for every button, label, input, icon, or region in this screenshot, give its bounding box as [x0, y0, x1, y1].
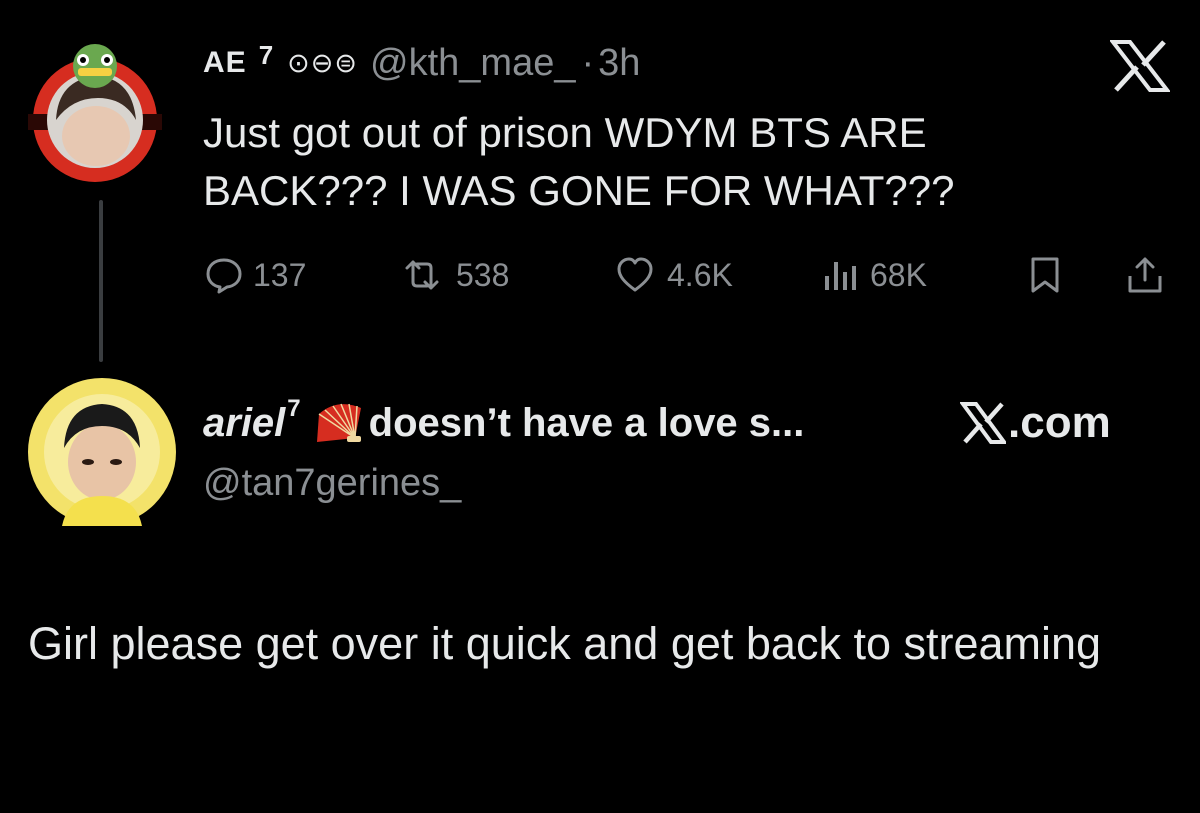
views-icon [825, 262, 856, 290]
reply-button[interactable]: 137 [205, 252, 306, 298]
reply-author-name[interactable]: ariel [203, 401, 285, 446]
author-handle[interactable]: @kth_mae_ [370, 42, 575, 85]
reply-author-superscript: 7 [287, 395, 301, 422]
author-name-suffix: 7 [258, 39, 274, 70]
author-name[interactable]: AE [203, 46, 247, 80]
reply-author-row: ariel 7 doesn’t have a love s... [203, 395, 804, 451]
like-count: 4.6K [667, 256, 733, 293]
x-logo-icon[interactable] [1108, 40, 1172, 92]
share-icon [1128, 257, 1162, 293]
reply-icon [206, 258, 242, 294]
views-button[interactable]: 68K [822, 252, 927, 298]
repost-button[interactable]: 538 [398, 252, 509, 298]
thread-connector [99, 200, 103, 362]
fan-emoji-icon [316, 403, 361, 442]
x-com-label: .com [1008, 398, 1111, 447]
repost-count: 538 [456, 256, 510, 293]
views-count: 68K [870, 256, 927, 293]
like-button[interactable]: 4.6K [613, 252, 733, 298]
author-name-symbols: ⊙⊖⊜ [287, 47, 359, 78]
share-button[interactable] [1126, 252, 1164, 298]
repost-icon [405, 260, 439, 290]
reply-text: Girl please get over it quick and get ba… [28, 618, 1102, 669]
tweet-header: AE 7 ⊙⊖⊜ @kth_mae_ · 3h [203, 40, 640, 86]
separator-dot: · [581, 41, 595, 84]
reply-author-handle[interactable]: @tan7gerines_ [203, 462, 461, 505]
bookmark-icon [1031, 257, 1059, 293]
tweet-text: Just got out of prison WDYM BTS ARE BACK… [203, 109, 955, 214]
x-logo-icon [960, 402, 1006, 444]
post-time[interactable]: 3h [598, 42, 640, 85]
reply-count: 137 [253, 256, 307, 293]
avatar-ae[interactable] [28, 40, 162, 190]
heart-icon [617, 257, 653, 292]
avatar-ariel[interactable] [28, 378, 176, 526]
x-com-badge: .com [960, 395, 1111, 451]
bookmark-button[interactable] [1026, 252, 1064, 298]
reply-author-tagline: doesn’t have a love s... [368, 400, 805, 445]
